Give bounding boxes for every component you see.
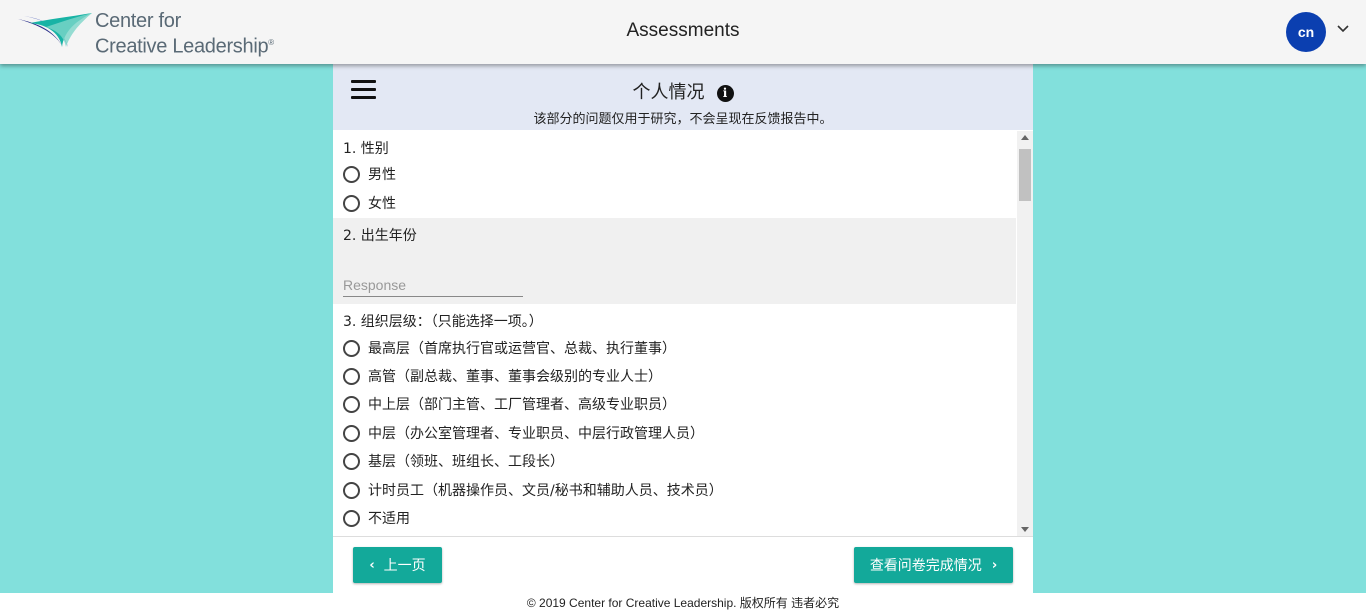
section-title-text: 个人情况: [632, 82, 705, 103]
radio-button[interactable]: [343, 424, 360, 442]
option-label: 基层（领班、班组长、工段长）: [368, 454, 564, 470]
footer-copyright: © 2019 Center for Creative Leadership. 版…: [0, 593, 1366, 613]
scrollbar-thumb[interactable]: [1019, 149, 1031, 201]
nav-bar: ‹ 上一页 查看问卷完成情况 ›: [333, 536, 1033, 594]
option-label: 女性: [368, 196, 396, 212]
scrollbar[interactable]: [1017, 131, 1033, 536]
section-header: 个人情况 i 该部分的问题仅用于研究，不会呈现在反馈报告中。: [333, 64, 1033, 130]
radio-button[interactable]: [343, 481, 360, 499]
chevron-down-icon[interactable]: [1336, 24, 1350, 34]
radio-button[interactable]: [343, 194, 360, 212]
top-bar: Center for Creative Leadership® Assessme…: [0, 0, 1366, 64]
radio-option-top-level[interactable]: 最高层（首席执行官或运营官、总裁、执行董事）: [343, 337, 676, 359]
question-label: 2. 出生年份: [343, 228, 417, 244]
option-label: 不适用: [368, 511, 410, 527]
question-gender: 1. 性别 男性 女性: [333, 131, 1016, 218]
question-birth-year: 2. 出生年份: [333, 218, 1016, 304]
app-title: Assessments: [626, 20, 740, 41]
survey-panel: 个人情况 i 该部分的问题仅用于研究，不会呈现在反馈报告中。 1. 性别 男性 女…: [333, 64, 1033, 594]
option-label: 高管（副总裁、董事、董事会级别的专业人士）: [368, 369, 662, 385]
radio-button[interactable]: [343, 509, 360, 527]
radio-button[interactable]: [343, 367, 360, 385]
scroll-up-icon[interactable]: [1021, 135, 1029, 140]
chevron-right-icon: ›: [991, 557, 998, 573]
question-list[interactable]: 1. 性别 男性 女性 2. 出生年份 3. 组织层级：（只能选择一项。） 最高…: [333, 131, 1016, 536]
option-label: 中上层（部门主管、工厂管理者、高级专业职员）: [368, 397, 676, 413]
radio-option-not-applicable[interactable]: 不适用: [343, 507, 410, 529]
radio-option-hourly[interactable]: 计时员工（机器操作员、文员/秘书和辅助人员、技术员）: [343, 479, 723, 501]
question-label: 3. 组织层级：（只能选择一项。）: [343, 314, 543, 330]
question-org-level: 3. 组织层级：（只能选择一项。） 最高层（首席执行官或运营官、总裁、执行董事）…: [333, 304, 1016, 536]
previous-page-label: 上一页: [383, 558, 426, 574]
user-avatar[interactable]: cn: [1286, 12, 1326, 52]
previous-page-button[interactable]: ‹ 上一页: [353, 547, 442, 583]
radio-button[interactable]: [343, 452, 360, 470]
radio-option-first-level[interactable]: 基层（领班、班组长、工段长）: [343, 450, 564, 472]
birth-year-input[interactable]: [343, 274, 523, 297]
radio-option-middle[interactable]: 中层（办公室管理者、专业职员、中层行政管理人员）: [343, 422, 704, 444]
radio-option-upper-middle[interactable]: 中上层（部门主管、工厂管理者、高级专业职员）: [343, 393, 676, 415]
radio-button[interactable]: [343, 395, 360, 413]
radio-button[interactable]: [343, 165, 360, 183]
view-completion-label: 查看问卷完成情况: [869, 558, 982, 574]
scroll-down-icon[interactable]: [1021, 527, 1029, 532]
radio-option-female[interactable]: 女性: [343, 192, 396, 214]
radio-option-male[interactable]: 男性: [343, 163, 396, 185]
info-icon[interactable]: i: [716, 85, 734, 102]
radio-button[interactable]: [343, 339, 360, 357]
option-label: 计时员工（机器操作员、文员/秘书和辅助人员、技术员）: [368, 483, 723, 499]
chevron-left-icon: ‹: [369, 557, 375, 573]
option-label: 男性: [368, 167, 396, 183]
radio-option-executive[interactable]: 高管（副总裁、董事、董事会级别的专业人士）: [343, 365, 662, 387]
option-label: 最高层（首席执行官或运营官、总裁、执行董事）: [368, 341, 676, 357]
option-label: 中层（办公室管理者、专业职员、中层行政管理人员）: [368, 426, 704, 442]
section-title: 个人情况 i: [333, 78, 1033, 104]
question-label: 1. 性别: [343, 141, 389, 157]
section-subtitle: 该部分的问题仅用于研究，不会呈现在反馈报告中。: [533, 112, 833, 127]
view-completion-button[interactable]: 查看问卷完成情况 ›: [854, 547, 1013, 583]
